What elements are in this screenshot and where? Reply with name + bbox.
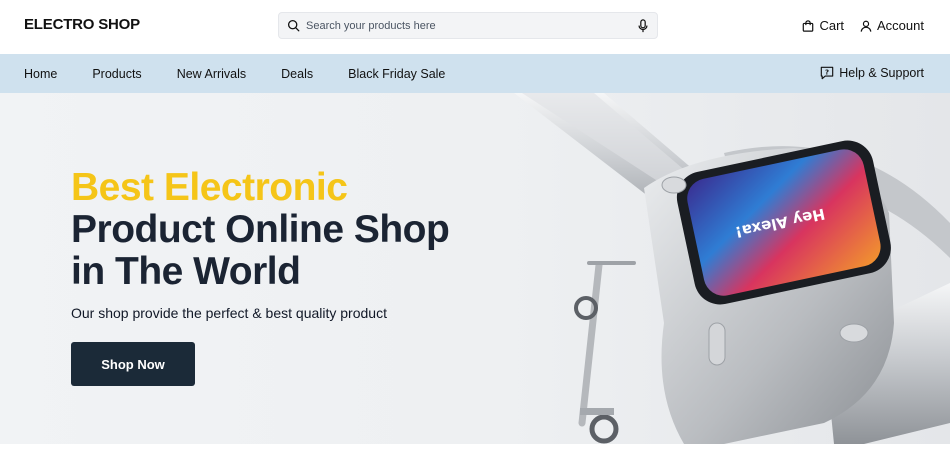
search-icon[interactable] xyxy=(287,19,300,32)
logo[interactable]: ELECTRO SHOP xyxy=(24,16,140,33)
cart-label: Cart xyxy=(819,18,845,33)
hero-product-image: Hey Alexa! xyxy=(494,93,950,444)
cart-link[interactable]: Cart xyxy=(802,18,844,33)
shopping-bag-icon xyxy=(802,19,814,32)
nav-item-black-friday-sale[interactable]: Black Friday Sale xyxy=(348,67,445,81)
nav-item-deals[interactable]: Deals xyxy=(281,67,313,81)
microphone-icon[interactable] xyxy=(637,18,649,33)
user-icon xyxy=(860,20,872,32)
nav-item-new-arrivals[interactable]: New Arrivals xyxy=(177,67,246,81)
hero-subtitle: Our shop provide the perfect & best qual… xyxy=(71,305,387,321)
account-link[interactable]: Account xyxy=(860,18,924,33)
top-header: ELECTRO SHOP Cart Account xyxy=(0,0,950,54)
page-bottom-edge xyxy=(0,444,950,453)
svg-text:?: ? xyxy=(825,68,829,76)
account-label: Account xyxy=(877,18,924,33)
nav-item-home[interactable]: Home xyxy=(24,67,57,81)
headline-line-2: Product Online Shop xyxy=(71,208,450,251)
hero-headline: Best Electronic Product Online Shop in T… xyxy=(71,166,450,293)
nav-menu: Home Products New Arrivals Deals Black F… xyxy=(24,67,480,81)
headline-accent: Best Electronic xyxy=(71,166,348,209)
header-actions: Cart Account xyxy=(802,18,924,33)
shop-now-button[interactable]: Shop Now xyxy=(71,342,195,386)
search-input[interactable] xyxy=(306,19,637,32)
nav-item-products[interactable]: Products xyxy=(92,67,141,81)
hero-banner: Hey Alexa! Best Electronic Product Onlin… xyxy=(0,93,950,444)
headline-line-3: in The World xyxy=(71,250,301,293)
help-support-label: Help & Support xyxy=(839,66,924,80)
help-chat-icon: ? xyxy=(820,66,834,80)
help-support-link[interactable]: ? Help & Support xyxy=(820,66,924,80)
search-bar[interactable] xyxy=(278,12,658,39)
main-nav: Home Products New Arrivals Deals Black F… xyxy=(0,54,950,93)
